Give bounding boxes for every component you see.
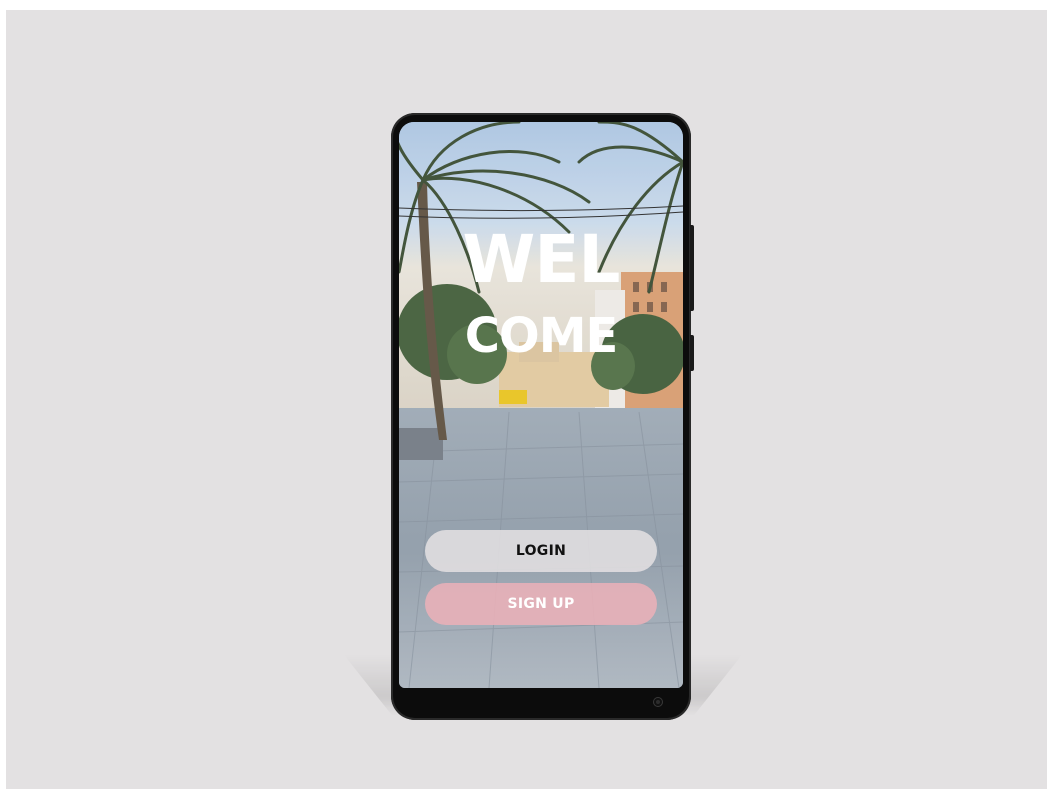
welcome-title-line-2: COME [464, 308, 619, 364]
phone-mockup: WEL COME LOGIN SIGN UP [391, 113, 694, 720]
camera-icon [654, 698, 662, 706]
app-screen: WEL COME LOGIN SIGN UP [399, 122, 683, 688]
login-button[interactable]: LOGIN [425, 530, 657, 572]
volume-button [690, 225, 694, 311]
signup-button[interactable]: SIGN UP [425, 583, 657, 625]
welcome-title-line-1: WEL [462, 221, 621, 298]
power-button [690, 335, 694, 371]
presentation-background: WEL COME LOGIN SIGN UP [6, 10, 1047, 789]
